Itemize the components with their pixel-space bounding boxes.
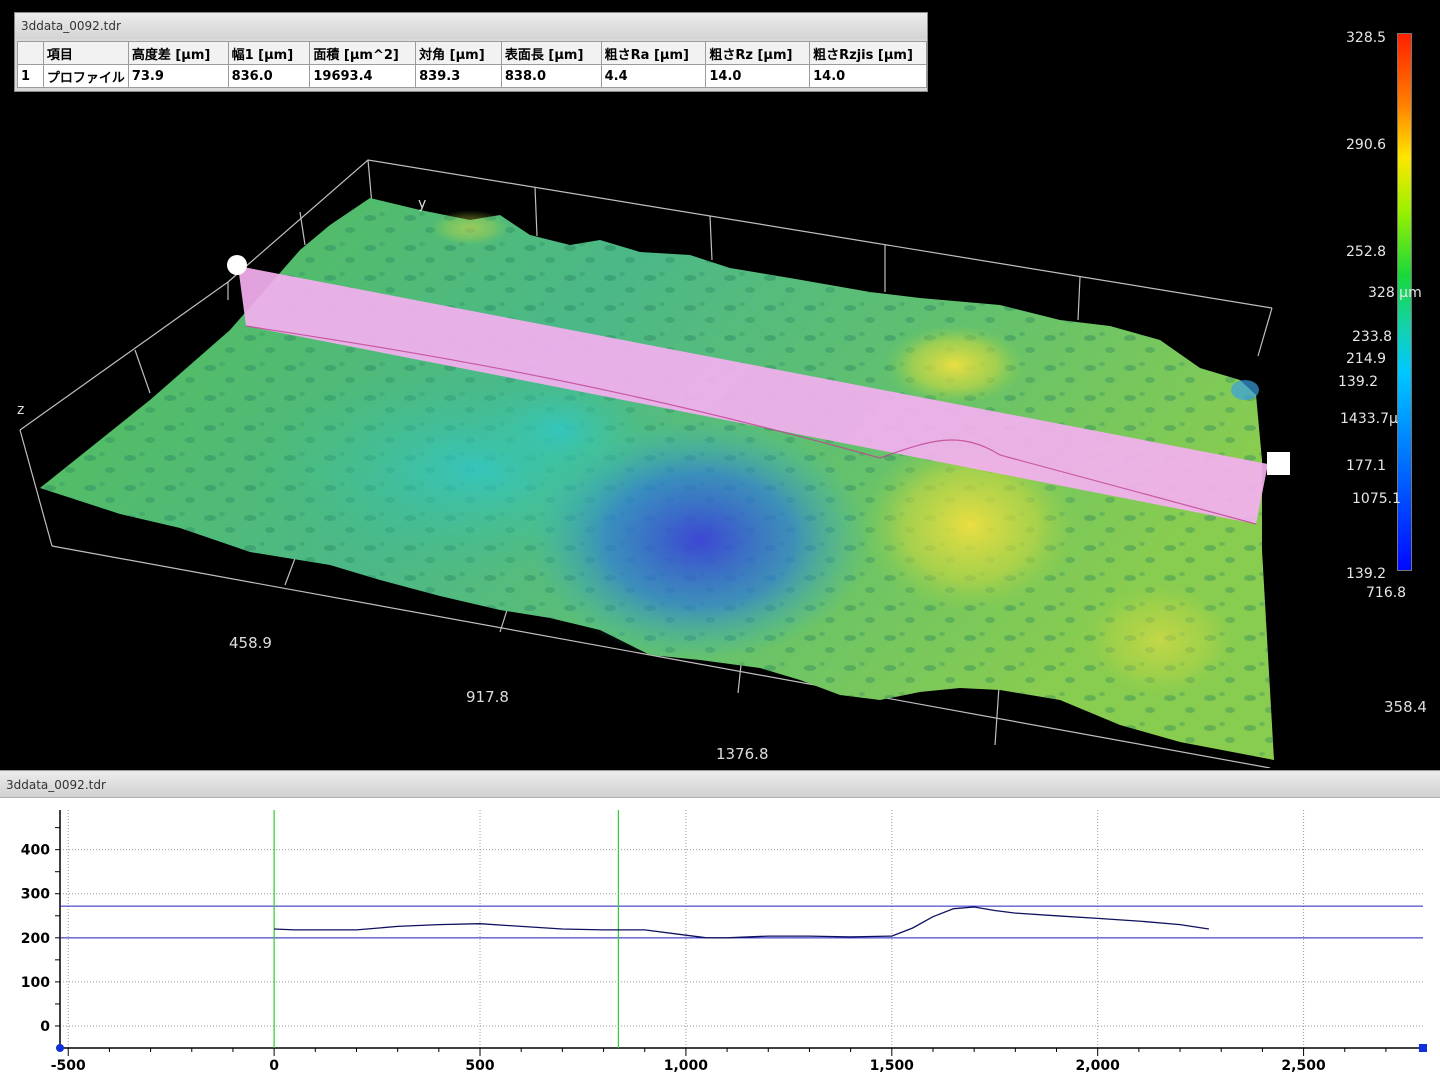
colorbar-label: 139.2 <box>1346 566 1387 582</box>
y-tick-label: 100 <box>21 975 50 991</box>
profile-start-handle[interactable] <box>227 255 247 275</box>
table-cell: 836.0 <box>227 64 311 88</box>
right-edge-value: 358.4 <box>1384 698 1427 716</box>
table-header-row: 項目 高度差 [μm] 幅1 [μm] 面積 [μm^2] 対角 [μm] 表面… <box>17 41 927 65</box>
profile-window-title: 3ddata_0092.tdr <box>0 770 1440 798</box>
table-cell: 1 <box>17 64 44 88</box>
x-tick-2: 917.8 <box>466 688 509 706</box>
col-header[interactable] <box>17 41 44 65</box>
table-cell: プロファイル <box>42 64 129 88</box>
surface-plot[interactable]: y z <box>0 0 1440 768</box>
colorbar-label: 233.8 <box>1352 329 1393 345</box>
col-header[interactable]: 粗さRzjis [μm] <box>809 41 927 65</box>
colorbar-label: 328.5 <box>1346 30 1387 46</box>
axis-end-marker[interactable] <box>1419 1044 1427 1052</box>
3d-viewer[interactable]: y z 458.9 917.8 1376.8 358.4 328.5 290.6… <box>0 0 1440 768</box>
table-cell: 838.0 <box>500 64 602 88</box>
col-header[interactable]: 幅1 [μm] <box>227 41 311 65</box>
table-cell: 19693.4 <box>309 64 417 88</box>
col-header[interactable]: 高度差 [μm] <box>127 41 229 65</box>
profile-chart[interactable]: 400 300 200 100 0 -500 0 500 1,000 1,500 2,000 2,50… <box>0 798 1440 1080</box>
profile-end-handle[interactable] <box>1267 452 1290 475</box>
y-tick-label: 200 <box>21 931 50 947</box>
y-tick-label: 400 <box>21 843 50 859</box>
colorbar-label: 290.6 <box>1346 137 1387 153</box>
axis-origin-marker[interactable] <box>56 1044 64 1052</box>
results-window-title: 3ddata_0092.tdr <box>15 13 927 39</box>
results-table-window[interactable]: 3ddata_0092.tdr 項目 高度差 [μm] 幅1 [μm] 面積 [… <box>14 12 928 92</box>
colorbar-label: 1075.1 <box>1352 491 1401 507</box>
colorbar-label: 328 μm <box>1368 285 1422 301</box>
colorbar-label: 1433.7μ <box>1340 411 1398 427</box>
table-cell: 839.3 <box>415 64 502 88</box>
col-header[interactable]: 面積 [μm^2] <box>309 41 417 65</box>
colorbar-label: 177.1 <box>1346 458 1387 474</box>
col-header[interactable]: 粗さRz [μm] <box>705 41 811 65</box>
y-axis-label: y <box>418 196 426 212</box>
table-cell: 14.0 <box>809 64 927 88</box>
x-tick-label: 2,500 <box>1281 1058 1326 1074</box>
x-tick-1: 458.9 <box>229 634 272 652</box>
colorbar-label: 139.2 <box>1338 374 1379 390</box>
x-tick-label: 500 <box>465 1058 494 1074</box>
table-cell: 73.9 <box>127 64 229 88</box>
x-tick-label: -500 <box>51 1058 86 1074</box>
x-tick-3: 1376.8 <box>716 745 769 763</box>
col-header[interactable]: 粗さRa [μm] <box>600 41 707 65</box>
table-cell: 4.4 <box>600 64 707 88</box>
table-cell: 14.0 <box>705 64 811 88</box>
col-header[interactable]: 表面長 [μm] <box>500 41 602 65</box>
col-header[interactable]: 項目 <box>42 41 129 65</box>
colorbar-label: 214.9 <box>1346 351 1387 367</box>
table-row[interactable]: 1 プロファイル 73.9 836.0 19693.4 839.3 838.0 … <box>17 64 927 88</box>
y-tick-label: 0 <box>40 1019 50 1035</box>
colorbar-label: 716.8 <box>1366 585 1407 601</box>
x-tick-label: 0 <box>269 1058 279 1074</box>
x-tick-label: 1,500 <box>870 1058 915 1074</box>
profile-series-line <box>274 906 1209 939</box>
profile-window[interactable]: 3ddata_0092.tdr 400 300 200 100 0 -500 0 500 1,0… <box>0 770 1440 1080</box>
z-axis-label: z <box>17 402 24 418</box>
x-tick-label: 2,000 <box>1076 1058 1121 1074</box>
col-header[interactable]: 対角 [μm] <box>415 41 502 65</box>
colorbar-label: 252.8 <box>1346 244 1387 260</box>
results-table: 項目 高度差 [μm] 幅1 [μm] 面積 [μm^2] 対角 [μm] 表面… <box>17 41 927 88</box>
x-tick-label: 1,000 <box>664 1058 709 1074</box>
y-tick-label: 300 <box>21 887 50 903</box>
